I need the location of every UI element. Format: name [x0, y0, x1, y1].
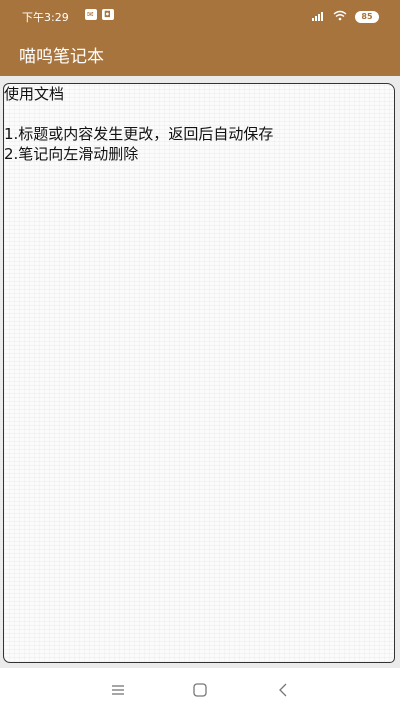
note-line	[4, 104, 392, 124]
back-icon[interactable]	[274, 680, 294, 700]
note-line: 使用文档	[4, 85, 65, 103]
app-title: 喵呜笔记本	[19, 47, 104, 67]
app-toolbar: 喵呜笔记本	[0, 30, 400, 76]
note-text-area[interactable]: 使用文档 1.标题或内容发生更改，返回后自动保存 2.笔记向左滑动删除	[4, 84, 392, 164]
menu-icon[interactable]	[108, 680, 128, 700]
note-line: 2.笔记向左滑动删除	[4, 145, 139, 163]
content-area: 使用文档 1.标题或内容发生更改，返回后自动保存 2.笔记向左滑动删除	[0, 76, 400, 668]
signal-icon	[312, 12, 323, 21]
status-time: 下午3:29	[22, 11, 69, 24]
notification-icon: ✉	[85, 9, 97, 20]
notification-icon: ◘	[102, 9, 114, 20]
note-line: 1.标题或内容发生更改，返回后自动保存	[4, 125, 274, 143]
navigation-bar	[0, 668, 400, 711]
battery-icon: 85	[355, 11, 379, 23]
home-icon[interactable]	[190, 680, 210, 700]
note-paper[interactable]: 使用文档 1.标题或内容发生更改，返回后自动保存 2.笔记向左滑动删除	[3, 83, 395, 663]
status-bar: 下午3:29 ✉ ◘ 85	[0, 0, 400, 30]
wifi-icon	[333, 10, 347, 21]
